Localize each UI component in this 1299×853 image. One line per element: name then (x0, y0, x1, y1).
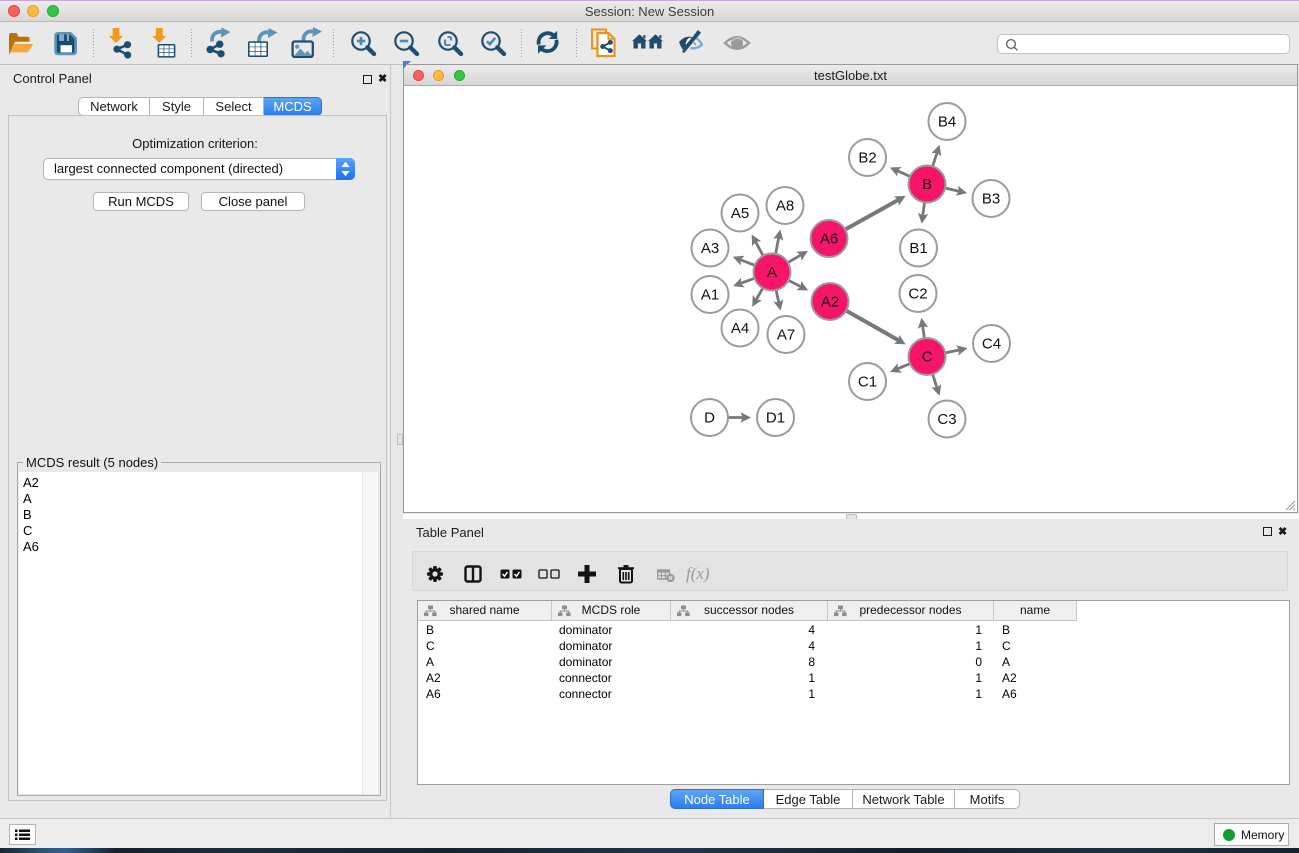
svg-text:A7: A7 (777, 327, 795, 344)
svg-text:B3: B3 (982, 191, 1000, 208)
svg-text:f(x): f(x) (686, 564, 710, 583)
svg-text:C4: C4 (982, 336, 1001, 353)
svg-text:B2: B2 (858, 150, 876, 167)
svg-text:D: D (704, 410, 715, 427)
svg-text:A: A (767, 264, 777, 281)
svg-text:C3: C3 (937, 411, 956, 428)
svg-text:B: B (922, 176, 932, 193)
svg-text:A3: A3 (701, 240, 719, 257)
svg-text:A2: A2 (821, 294, 839, 311)
svg-text:C2: C2 (908, 286, 927, 303)
svg-text:C1: C1 (858, 374, 877, 391)
svg-text:A8: A8 (776, 198, 794, 215)
svg-text:D1: D1 (766, 410, 785, 427)
svg-text:C: C (922, 349, 933, 366)
svg-text:A4: A4 (731, 320, 749, 337)
svg-text:A5: A5 (731, 205, 749, 222)
svg-text:B4: B4 (938, 114, 956, 131)
svg-text:B1: B1 (909, 240, 927, 257)
svg-text:A6: A6 (820, 231, 838, 248)
svg-text:A1: A1 (701, 287, 719, 304)
